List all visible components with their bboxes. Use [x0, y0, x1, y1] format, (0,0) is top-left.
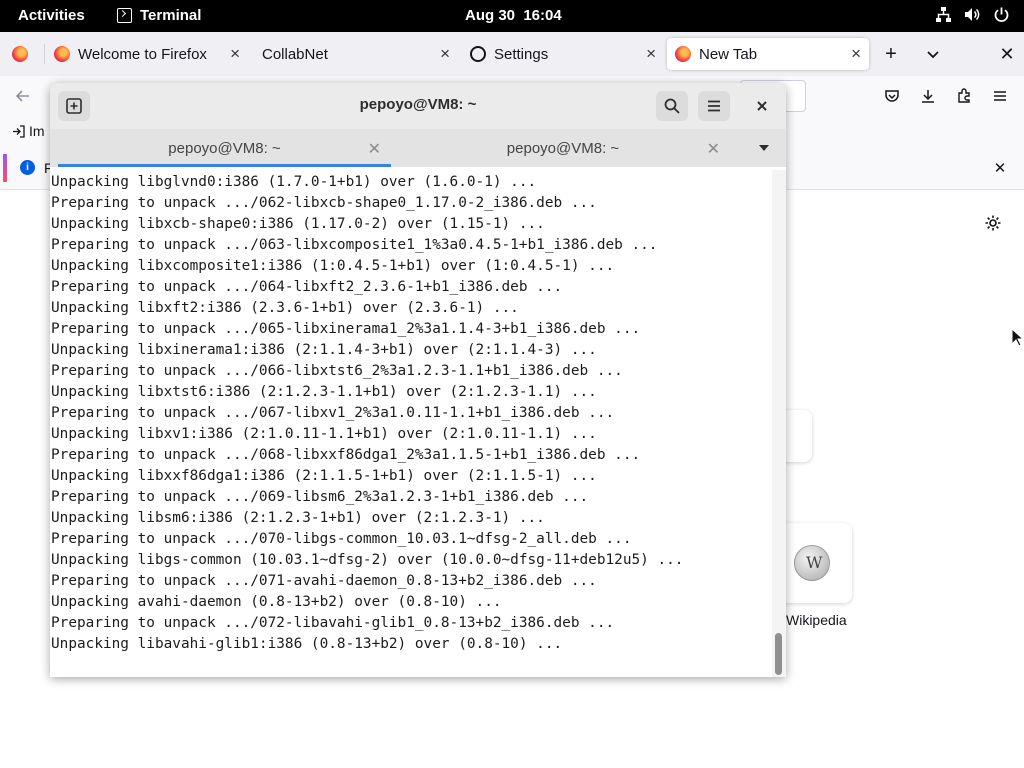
search-icon [664, 98, 680, 114]
terminal-line: Unpacking libglvnd0:i386 (1.7.0-1+b1) ov… [51, 174, 537, 190]
bookmark-label: Im [29, 123, 45, 139]
terminal-output[interactable]: Unpacking libglvnd0:i386 (1.7.0-1+b1) ov… [50, 170, 772, 677]
terminal-line: Unpacking libxcomposite1:i386 (1:0.4.5-1… [51, 258, 615, 274]
tab-welcome-to-firefox[interactable]: Welcome to Firefox × [54, 38, 248, 70]
terminal-line: Preparing to unpack .../065-libxinerama1… [51, 321, 641, 337]
terminal-line: Preparing to unpack .../062-libxcb-shape… [51, 195, 597, 211]
close-window-icon[interactable]: ✕ [996, 43, 1018, 65]
terminal-line: Unpacking libavahi-glib1:i386 (0.8-13+b2… [51, 636, 563, 652]
mouse-cursor-icon [1011, 328, 1024, 347]
terminal-line: Unpacking avahi-daemon (0.8-13+b2) over … [51, 594, 502, 610]
pocket-icon[interactable] [881, 85, 903, 107]
back-arrow-icon[interactable] [12, 85, 34, 107]
tab-label: CollabNet [262, 45, 328, 63]
firefox-view-button[interactable] [10, 38, 40, 70]
downloads-icon[interactable] [917, 85, 939, 107]
tab-settings[interactable]: Settings × [470, 38, 664, 70]
terminal-tab-bar: pepoyo@VM8: ~ ✕ pepoyo@VM8: ~ ✕ [50, 129, 786, 167]
terminal-line: Unpacking libxft2:i386 (2.3.6-1+b1) over… [51, 300, 519, 316]
app-menu-terminal[interactable]: Terminal [117, 7, 201, 24]
terminal-tab-label: pepoyo@VM8: ~ [168, 139, 281, 157]
gear-icon [470, 46, 486, 62]
close-tab-icon[interactable]: ✕ [707, 139, 720, 159]
volume-icon[interactable] [964, 6, 981, 23]
terminal-line: Unpacking libxtst6:i386 (2:1.2.3-1.1+b1)… [51, 384, 597, 400]
app-menu-label: Terminal [140, 7, 202, 24]
search-button[interactable] [656, 91, 688, 121]
tab-new-tab[interactable]: New Tab × [667, 38, 869, 70]
terminal-line: Preparing to unpack .../068-libxxf86dga1… [51, 447, 641, 463]
close-tab-icon[interactable]: × [646, 44, 656, 64]
close-window-button[interactable] [746, 91, 778, 121]
tab-separator [44, 44, 45, 64]
tab-label: New Tab [699, 45, 758, 63]
new-tab-plus-icon[interactable]: + [880, 43, 902, 65]
terminal-icon [117, 8, 132, 23]
hamburger-menu-icon [708, 100, 720, 112]
close-notification-icon[interactable]: ✕ [990, 158, 1010, 178]
terminal-line: Preparing to unpack .../069-libsm6_2%3a1… [51, 489, 589, 505]
close-tab-icon[interactable]: × [440, 44, 450, 64]
terminal-line: Unpacking libxinerama1:i386 (2:1.1.4-3+b… [51, 342, 597, 358]
terminal-window[interactable]: pepoyo@VM8: ~ pepoyo@VM8: ~ ✕ pepoyo@VM8… [50, 83, 786, 677]
terminal-line: Preparing to unpack .../066-libxtst6_2%3… [51, 363, 623, 379]
menu-button[interactable] [698, 91, 730, 121]
terminal-line: Unpacking libxv1:i386 (2:1.0.11-1.1+b1) … [51, 426, 597, 442]
top-site-label[interactable]: Wikipedia [786, 612, 847, 628]
tab-label: Welcome to Firefox [78, 45, 207, 63]
terminal-scrollbar[interactable] [772, 170, 786, 677]
tab-overview-chevron-icon[interactable] [754, 138, 774, 158]
import-bookmarks-item[interactable]: Im [12, 123, 45, 139]
tab-label: Settings [494, 45, 549, 63]
notification-accent [3, 154, 7, 182]
clock[interactable]: Aug 30 16:04 [465, 7, 562, 24]
terminal-line: Unpacking libsm6:i386 (2:1.2.3-1+b1) ove… [51, 510, 545, 526]
terminal-line: Unpacking libgs-common (10.03.1~dfsg-2) … [51, 552, 684, 568]
terminal-line: Preparing to unpack .../070-libgs-common… [51, 531, 632, 547]
terminal-line: Preparing to unpack .../067-libxv1_2%3a1… [51, 405, 615, 421]
firefox-icon [54, 46, 70, 62]
close-tab-icon[interactable]: × [230, 44, 240, 64]
list-all-tabs-chevron-icon[interactable] [922, 43, 944, 65]
firefox-icon [12, 46, 28, 62]
terminal-line: Preparing to unpack .../071-avahi-daemon… [51, 573, 597, 589]
extensions-icon[interactable] [953, 85, 975, 107]
power-icon[interactable] [993, 6, 1010, 23]
customize-gear-icon[interactable] [982, 212, 1004, 234]
close-tab-icon[interactable]: ✕ [368, 139, 381, 159]
network-icon[interactable] [935, 6, 952, 23]
firefox-tab-strip: Welcome to Firefox × CollabNet × Setting… [0, 32, 1024, 76]
terminal-line: Unpacking libxxf86dga1:i386 (2:1.1.5-1+b… [51, 468, 597, 484]
info-icon: i [20, 160, 35, 175]
terminal-tab-label: pepoyo@VM8: ~ [506, 139, 620, 157]
terminal-line: Preparing to unpack .../072-libavahi-gli… [51, 615, 615, 631]
terminal-header-bar[interactable]: pepoyo@VM8: ~ [50, 83, 786, 129]
close-tab-icon[interactable]: × [851, 44, 861, 64]
terminal-lines: Unpacking libglvnd0:i386 (1.7.0-1+b1) ov… [51, 172, 683, 655]
terminal-line: Unpacking libxcb-shape0:i386 (1.17.0-2) … [51, 216, 545, 232]
terminal-line: Preparing to unpack .../064-libxft2_2.3.… [51, 279, 563, 295]
activities-button[interactable]: Activities [18, 7, 85, 24]
tab-collabnet[interactable]: CollabNet × [262, 38, 458, 70]
system-status-area[interactable] [935, 6, 1010, 23]
scrollbar-thumb[interactable] [775, 633, 782, 675]
terminal-tab-1[interactable]: pepoyo@VM8: ~ ✕ [58, 133, 391, 167]
terminal-line: Preparing to unpack .../063-libxcomposit… [51, 237, 658, 253]
gnome-top-bar: Activities Terminal Aug 30 16:04 [0, 0, 1024, 32]
close-icon [757, 101, 767, 111]
hamburger-menu-icon[interactable] [989, 85, 1011, 107]
import-icon [13, 124, 25, 138]
terminal-tab-2[interactable]: pepoyo@VM8: ~ ✕ [396, 133, 730, 163]
firefox-icon [675, 46, 691, 62]
wikipedia-globe-icon: W [794, 545, 830, 581]
